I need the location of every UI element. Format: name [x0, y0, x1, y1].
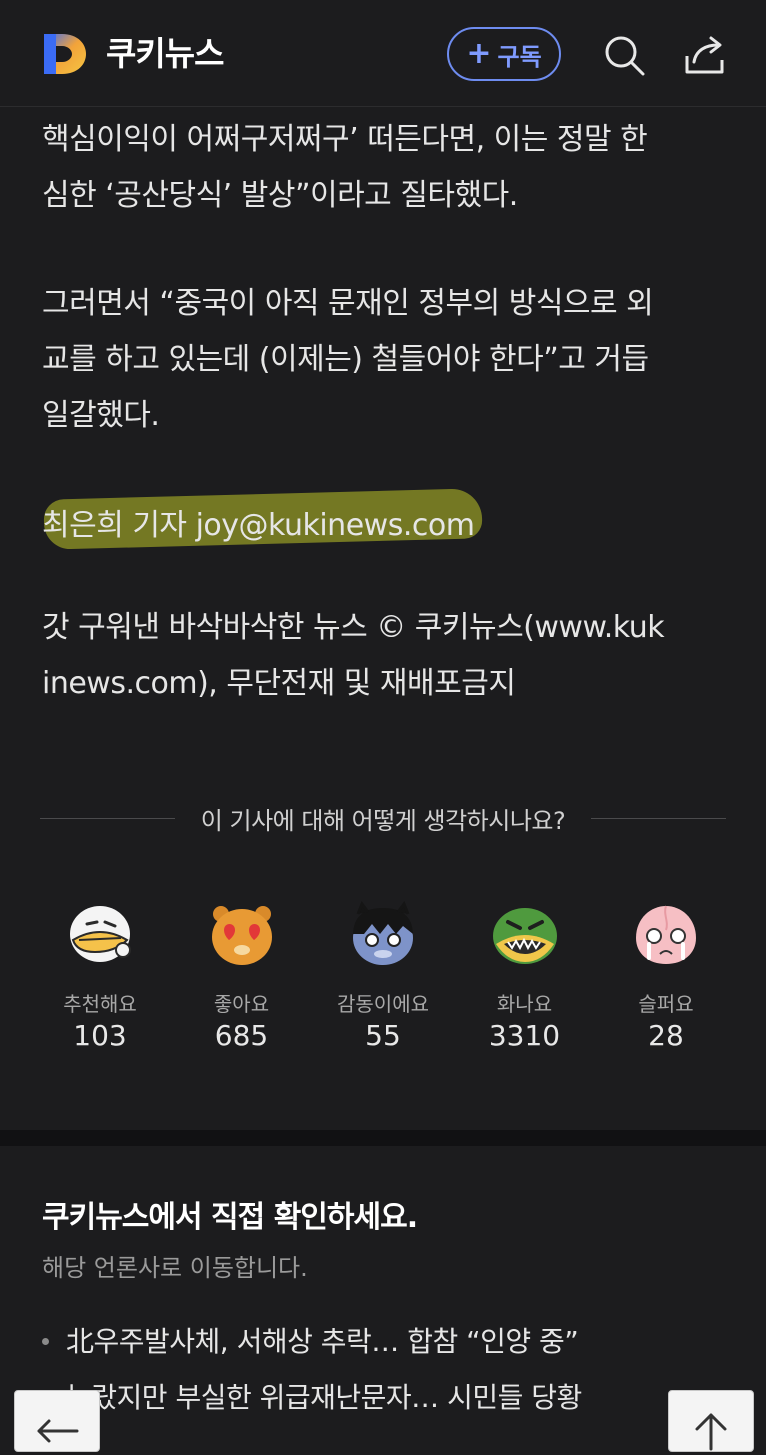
- reaction-like[interactable]: 좋아요 685: [172, 900, 312, 1070]
- angry-icon: [492, 908, 557, 964]
- text-line: 갓 구워낸 바삭바삭한 뉴스 © 쿠키뉴스(www.kuk: [42, 610, 665, 645]
- reporter-byline: 최은희 기자 joy@kukinews.com: [42, 498, 726, 554]
- reaction-label: 화나요: [496, 992, 553, 1016]
- sad-icon: [636, 905, 696, 964]
- reaction-touched[interactable]: 감동이에요 55: [313, 900, 453, 1070]
- reaction-label: 추천해요: [63, 992, 137, 1016]
- reaction-sad[interactable]: 슬퍼요 28: [596, 900, 736, 1070]
- plus-icon: +: [466, 36, 492, 71]
- reaction-count: 685: [214, 1019, 269, 1052]
- subscribe-button[interactable]: + 구독: [447, 27, 561, 81]
- reaction-count: 28: [648, 1019, 684, 1052]
- brand-name[interactable]: 쿠키뉴스: [106, 30, 224, 78]
- reaction-label: 슬퍼요: [638, 992, 694, 1016]
- section-divider: [0, 1130, 766, 1146]
- text-line: inews.com), 무단전재 및 재배포금지: [42, 666, 516, 701]
- text-line: 그러면서 “중국이 아직 문재인 정부의 방식으로 외: [42, 286, 654, 321]
- source-title[interactable]: 쿠키뉴스에서 직접 확인하세요.: [42, 1192, 418, 1236]
- share-icon[interactable]: [684, 34, 726, 76]
- source-subtitle: 해당 언론사로 이동합니다.: [42, 1254, 308, 1282]
- search-icon[interactable]: [603, 34, 645, 76]
- reaction-bar: 추천해요 103 좋아요 685 감동이에요 55 화나요 3310 슬퍼요 2…: [30, 900, 736, 1070]
- related-news-list: 北우주발사체, 서해상 추락… 합참 “인양 중” 놀랐지만 부실한 위급재난문…: [40, 1314, 740, 1426]
- text-line: 교를 하고 있는데 (이제는) 철들어야 한다”고 거듭: [42, 342, 649, 377]
- reaction-label: 감동이에요: [337, 992, 429, 1016]
- top-bar: 쿠키뉴스 + 구독: [0, 0, 766, 107]
- article-paragraph: 핵심이익이 어쩌구저쩌구’ 떠든다면, 이는 정말 한 심한 ‘공산당식’ 발상…: [42, 112, 726, 224]
- subscribe-label: 구독: [497, 42, 542, 71]
- reaction-header: 이 기사에 대해 어떻게 생각하시나요?: [40, 798, 727, 838]
- reaction-count: 55: [365, 1019, 401, 1052]
- recommend-icon: [70, 906, 131, 962]
- back-button[interactable]: [14, 1390, 100, 1452]
- touched-icon: [353, 900, 413, 965]
- arrow-up-icon: [695, 1413, 727, 1451]
- kukinews-logo[interactable]: [40, 30, 88, 78]
- text-line: 핵심이익이 어쩌구저쩌구’ 떠든다면, 이는 정말 한: [42, 122, 648, 157]
- divider-line: [40, 817, 175, 819]
- copyright-notice: 갓 구워낸 바삭바삭한 뉴스 © 쿠키뉴스(www.kuk inews.com)…: [42, 600, 726, 712]
- reaction-count: 103: [73, 1019, 127, 1052]
- list-item[interactable]: 北우주발사체, 서해상 추락… 합참 “인양 중”: [40, 1314, 740, 1370]
- reaction-count: 3310: [488, 1019, 561, 1052]
- text-line: 최은희 기자 joy@kukinews.com: [42, 508, 475, 543]
- scroll-top-button[interactable]: [668, 1390, 754, 1452]
- text-line: 심한 ‘공산당식’ 발상”이라고 질타했다.: [42, 178, 518, 213]
- article-paragraph: 그러면서 “중국이 아직 문재인 정부의 방식으로 외 교를 하고 있는데 (이…: [42, 276, 726, 444]
- divider-line: [591, 817, 727, 819]
- reaction-label: 좋아요: [213, 992, 270, 1016]
- reaction-recommend[interactable]: 추천해요 103: [30, 900, 170, 1070]
- reaction-angry[interactable]: 화나요 3310: [455, 900, 595, 1070]
- arrow-left-icon: [37, 1419, 79, 1443]
- reaction-question: 이 기사에 대해 어떻게 생각하시나요?: [200, 806, 566, 835]
- list-item[interactable]: 놀랐지만 부실한 위급재난문자… 시민들 당황: [40, 1370, 740, 1426]
- text-line: 일갈했다.: [42, 398, 160, 433]
- like-icon: [211, 906, 272, 965]
